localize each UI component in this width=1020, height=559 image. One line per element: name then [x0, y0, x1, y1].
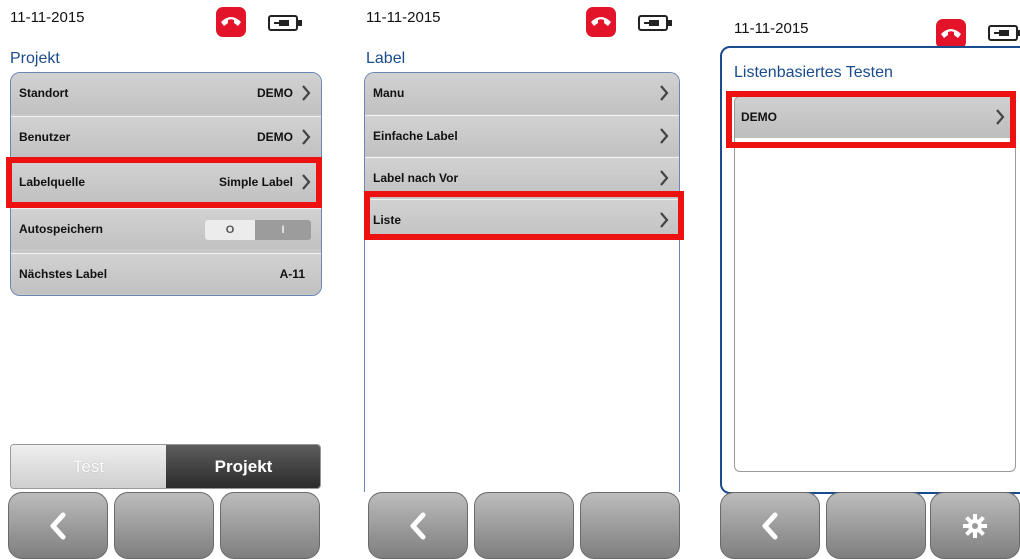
- page-title: Label: [366, 50, 406, 67]
- gear-icon: [963, 513, 987, 538]
- list-item-label: Autospeichern: [19, 222, 104, 236]
- page-title: Projekt: [10, 50, 60, 67]
- highlight-frame: [726, 91, 1016, 148]
- screen-list-based-testing: 11-11-2015 Listenbasiertes Testen DEMO: [718, 0, 1020, 559]
- status-bar: 11-11-2015: [718, 0, 1020, 49]
- list-item-label: Einfache Label: [373, 129, 458, 143]
- list-item-naechstes-label: Nächstes Label A-11: [11, 253, 321, 294]
- list-item-value: A-11: [279, 267, 305, 281]
- back-arrow-icon: [410, 512, 426, 539]
- softkey-bar: [8, 492, 324, 559]
- softkey-2-button[interactable]: [826, 492, 926, 559]
- toggle-off-label: I: [255, 220, 311, 240]
- date-label: 11-11-2015: [734, 20, 809, 37]
- list-item-autospeichern: Autospeichern O I: [11, 208, 321, 249]
- list-item-label: Manu: [373, 86, 405, 100]
- toggle-on-label: O: [205, 220, 255, 240]
- battery-plug-icon: [638, 15, 672, 31]
- date-label: 11-11-2015: [366, 9, 441, 26]
- screen-project: 11-11-2015 Projekt Standort DEMO Benutze…: [6, 0, 326, 559]
- settings-button[interactable]: [930, 492, 1020, 559]
- list-item-label: Benutzer: [19, 130, 71, 144]
- autosave-toggle[interactable]: O I: [205, 220, 311, 240]
- list-item-benutzer[interactable]: Benutzer DEMO: [11, 116, 321, 157]
- softkey-3-button[interactable]: [220, 492, 320, 559]
- chevron-right-icon: [302, 85, 311, 101]
- tab-test[interactable]: Test: [11, 445, 166, 488]
- panel-title: Listenbasiertes Testen: [734, 64, 893, 81]
- battery-plug-icon: [268, 15, 302, 31]
- highlight-frame: [364, 191, 684, 240]
- softkey-2-button[interactable]: [114, 492, 214, 559]
- chevron-right-icon: [660, 128, 669, 144]
- highlight-frame: [6, 157, 322, 208]
- list-border-right: [679, 236, 680, 492]
- date-label: 11-11-2015: [10, 9, 85, 26]
- chevron-right-icon: [660, 85, 669, 101]
- softkey-3-button[interactable]: [580, 492, 680, 559]
- softkey-bar: [720, 492, 1020, 559]
- back-button[interactable]: [368, 492, 468, 559]
- list-container: DEMO: [734, 96, 1016, 472]
- list-item-manu[interactable]: Manu: [365, 73, 679, 114]
- list-item-value: DEMO: [257, 86, 293, 100]
- status-bar: 11-11-2015: [6, 0, 326, 46]
- chevron-right-icon: [660, 170, 669, 186]
- list-item-standort[interactable]: Standort DEMO: [11, 73, 321, 114]
- softkey-bar: [368, 492, 684, 559]
- back-arrow-icon: [50, 512, 66, 539]
- list-border-left: [364, 236, 365, 492]
- tab-projekt[interactable]: Projekt: [166, 445, 320, 488]
- list-item-value: DEMO: [257, 130, 293, 144]
- list-item-label: Label nach Vor: [373, 171, 459, 185]
- softkey-2-button[interactable]: [474, 492, 574, 559]
- screen-label: 11-11-2015 Label Manu Einfache Label Lab…: [364, 0, 684, 559]
- phone-hangup-icon: [936, 19, 966, 49]
- list-item-label: Standort: [19, 86, 69, 100]
- bottom-tabs: Test Projekt: [10, 444, 321, 489]
- list-item-einfache-label[interactable]: Einfache Label: [365, 115, 679, 156]
- status-bar: 11-11-2015: [364, 0, 684, 46]
- back-button[interactable]: [8, 492, 108, 559]
- chevron-right-icon: [302, 129, 311, 145]
- battery-plug-icon: [988, 25, 1020, 41]
- phone-hangup-icon: [216, 7, 246, 37]
- back-arrow-icon: [762, 512, 778, 539]
- back-button[interactable]: [720, 492, 820, 559]
- list-item-label: Nächstes Label: [19, 267, 108, 281]
- phone-hangup-icon: [586, 7, 616, 37]
